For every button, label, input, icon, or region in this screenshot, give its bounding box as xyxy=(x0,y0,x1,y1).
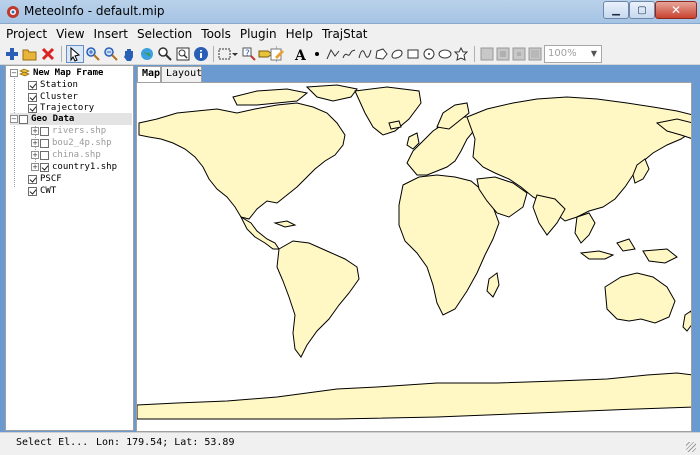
expand-icon[interactable]: + xyxy=(31,151,39,159)
identify-icon[interactable] xyxy=(192,45,210,63)
tree-label: New Map Frame xyxy=(33,68,104,78)
menu-view[interactable]: View xyxy=(56,27,84,41)
menu-plugin[interactable]: Plugin xyxy=(240,27,277,41)
legend-panel: − New Map Frame Station Cluster Trajecto… xyxy=(5,65,134,431)
tree-group-geo-data[interactable]: − Geo Data xyxy=(10,113,132,125)
tree-label: china.shp xyxy=(52,150,101,160)
checkbox[interactable] xyxy=(28,80,37,90)
resize-grip-icon[interactable] xyxy=(686,442,696,452)
close-button[interactable]: ✕ xyxy=(655,1,697,19)
tree-item-station[interactable]: Station xyxy=(28,79,78,91)
pan-icon[interactable] xyxy=(120,45,138,63)
add-layer-icon[interactable] xyxy=(3,45,21,63)
minimize-button[interactable]: ▁ xyxy=(603,1,629,19)
toolbar: ? A 100% ▼ xyxy=(0,43,700,65)
svg-text:A: A xyxy=(294,48,307,62)
svg-text:?: ? xyxy=(245,49,250,59)
checkbox[interactable] xyxy=(40,150,49,160)
zoom-value: 100% xyxy=(548,48,577,59)
tree-item-cwt[interactable]: CWT xyxy=(28,185,56,197)
status-action: Select El... xyxy=(16,437,89,448)
menu-trajstat[interactable]: TrajStat xyxy=(322,27,368,41)
checkbox[interactable] xyxy=(19,114,28,124)
maximize-button[interactable]: ▢ xyxy=(629,1,655,19)
antarctica xyxy=(137,372,691,420)
tree-label: Cluster xyxy=(40,92,78,102)
tree-label: Geo Data xyxy=(31,114,75,124)
checkbox[interactable] xyxy=(28,103,37,113)
full-extent-icon[interactable] xyxy=(138,45,156,63)
north-america xyxy=(138,102,346,220)
expand-icon[interactable]: + xyxy=(31,127,39,135)
tree-item-rivers[interactable]: + rivers.shp xyxy=(31,125,106,137)
tree-label: Trajectory xyxy=(40,103,95,113)
tree-label: country1.shp xyxy=(52,162,118,172)
layout-icon-4[interactable] xyxy=(526,45,544,63)
tab-map[interactable]: Map xyxy=(137,66,161,83)
tree-label: rivers.shp xyxy=(52,126,107,136)
checkbox[interactable] xyxy=(28,174,37,184)
zoom-out-icon[interactable] xyxy=(102,45,120,63)
tree-label: bou2_4p.shp xyxy=(52,138,112,148)
checkbox[interactable] xyxy=(28,186,37,196)
collapse-icon[interactable]: − xyxy=(10,115,18,123)
tree-item-bou2-4p[interactable]: + bou2_4p.shp xyxy=(31,137,112,149)
checkbox[interactable] xyxy=(40,162,49,172)
checkbox[interactable] xyxy=(28,92,37,102)
australia xyxy=(604,272,676,324)
edit-icon[interactable] xyxy=(268,45,286,63)
menu-insert[interactable]: Insert xyxy=(94,27,128,41)
tree-item-country1[interactable]: + country1.shp xyxy=(31,161,117,173)
zoom-in-icon[interactable] xyxy=(84,45,102,63)
app-icon xyxy=(7,6,19,18)
map-frame-icon xyxy=(19,68,30,77)
tab-layout[interactable]: Layout xyxy=(161,66,202,82)
select-icon[interactable] xyxy=(66,45,84,63)
chevron-down-icon[interactable]: ▼ xyxy=(588,47,600,61)
checkbox[interactable] xyxy=(40,126,49,136)
greenland xyxy=(354,86,422,136)
map-view[interactable] xyxy=(136,82,692,432)
south-america xyxy=(276,240,360,358)
select-dropdown-icon[interactable] xyxy=(230,45,240,63)
zoom-icon[interactable] xyxy=(156,45,174,63)
status-coordinates: Lon: 179.54; Lat: 53.89 xyxy=(96,437,235,448)
collapse-icon[interactable]: − xyxy=(10,69,18,77)
tree-label: Station xyxy=(40,80,78,90)
tree-label: PSCF xyxy=(40,174,62,184)
tree-item-pscf[interactable]: PSCF xyxy=(28,173,62,185)
checkbox[interactable] xyxy=(40,138,49,148)
zoom-combo[interactable]: 100% ▼ xyxy=(544,45,602,63)
tree-item-china[interactable]: + china.shp xyxy=(31,149,101,161)
remove-layer-icon[interactable] xyxy=(39,45,57,63)
menu-bar: Project View Insert Selection Tools Plug… xyxy=(0,24,700,43)
world-map[interactable] xyxy=(137,83,692,432)
expand-icon[interactable]: + xyxy=(31,163,39,171)
window-title: MeteoInfo - default.mip xyxy=(24,4,165,18)
zoom-layer-icon[interactable] xyxy=(174,45,192,63)
tree-label: CWT xyxy=(40,186,57,196)
menu-help[interactable]: Help xyxy=(286,27,313,41)
expand-icon[interactable]: + xyxy=(31,139,39,147)
menu-selection[interactable]: Selection xyxy=(137,27,192,41)
status-bar: Select El... Lon: 179.54; Lat: 53.89 xyxy=(0,432,700,455)
menu-project[interactable]: Project xyxy=(6,27,47,41)
title-bar: MeteoInfo - default.mip ▁ ▢ ✕ xyxy=(0,0,700,24)
star-icon[interactable] xyxy=(452,45,470,63)
open-icon[interactable] xyxy=(21,45,39,63)
tree-map-frame[interactable]: − New Map Frame xyxy=(10,67,103,79)
menu-tools[interactable]: Tools xyxy=(201,27,231,41)
